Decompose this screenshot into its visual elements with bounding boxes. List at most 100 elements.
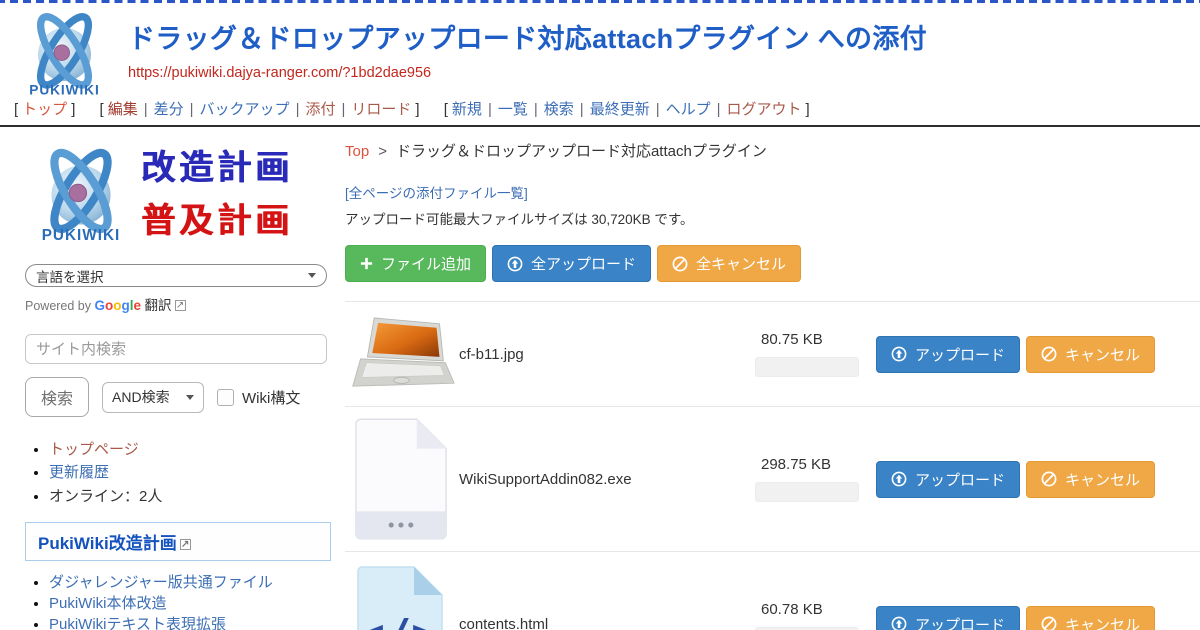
page-title: ドラッグ＆ドロップアップロード対応attachプラグイン への添付 (128, 17, 1200, 56)
language-select[interactable]: 言語を選択 (25, 264, 327, 287)
breadcrumb: Top>ドラッグ＆ドロップアップロード対応attachプラグイン (345, 140, 1200, 161)
upload-progress-bar (755, 357, 859, 377)
list-item: PukiWiki本体改造 (49, 594, 335, 613)
list-item: 更新履歴 (49, 462, 335, 483)
sidebar-link-core-mod[interactable]: PukiWiki本体改造 (49, 595, 167, 612)
bracket: ] (806, 101, 810, 118)
list-item: トップページ (49, 439, 335, 460)
plus-icon (360, 257, 373, 270)
cancel-label: キャンセル (1065, 614, 1140, 630)
pukiwiki-atom-logo[interactable]: PUKIWIKI (12, 7, 117, 107)
nav-link-backup[interactable]: バックアップ (200, 101, 290, 118)
nav-separator: | (190, 101, 194, 118)
upload-button[interactable]: アップロード (876, 461, 1020, 498)
sidebar-section-pukiwiki-kaizou[interactable]: PukiWiki改造計画↗ (25, 522, 331, 561)
list-item: ダジャレンジャー版共通ファイル (49, 573, 335, 592)
nav-group-page-actions: [編集|差分|バックアップ|添付|リロード] (96, 101, 424, 118)
wiki-syntax-checkbox[interactable] (217, 389, 234, 406)
breadcrumb-home-link[interactable]: Top (345, 143, 369, 160)
cancel-label: キャンセル (1065, 469, 1140, 490)
file-size: 60.78 KB (755, 601, 863, 618)
cancel-all-button[interactable]: 全キャンセル (657, 245, 801, 282)
page-header: PUKIWIKI ドラッグ＆ドロップアップロード対応attachプラグイン への… (0, 3, 1200, 95)
logo-brand-text: PUKIWIKI (29, 83, 99, 98)
top-navigation: [トップ] [編集|差分|バックアップ|添付|リロード] [新規|一覧|検索|最… (0, 95, 1200, 127)
upload-file-list: cf-b11.jpg 80.75 KB アップロード キャンセル (345, 301, 1200, 630)
add-files-button[interactable]: ファイル追加 (345, 245, 486, 282)
nav-link-new[interactable]: 新規 (452, 101, 482, 118)
max-upload-size-note: アップロード可能最大ファイルサイズは 30,720KB です。 (345, 208, 1200, 228)
nav-separator: | (488, 101, 492, 118)
nav-separator: | (341, 101, 345, 118)
file-name: cf-b11.jpg (457, 346, 755, 363)
cancel-button[interactable]: キャンセル (1026, 336, 1155, 373)
sidebar-link-toppage[interactable]: トップページ (49, 441, 139, 458)
cancel-circle-icon (1041, 346, 1057, 362)
upload-label: アップロード (915, 344, 1005, 365)
sidebar-link-common-files[interactable]: ダジャレンジャー版共通ファイル (49, 574, 273, 591)
file-thumbnail: </> (345, 564, 457, 630)
sidebar-site-logo[interactable]: PUKIWIKI 改造計画 普及計画 (25, 141, 335, 249)
upload-circle-icon (891, 346, 907, 362)
search-button[interactable]: 検索 (25, 377, 89, 417)
bracket: [ (444, 101, 448, 118)
nav-separator: | (296, 101, 300, 118)
atom-icon: PUKIWIKI (25, 141, 137, 249)
cancel-label: キャンセル (1065, 344, 1140, 365)
nav-link-help[interactable]: ヘルプ (666, 101, 711, 118)
nav-separator: | (144, 101, 148, 118)
site-search-input[interactable] (25, 334, 327, 364)
nav-link-logout[interactable]: ログアウト (727, 101, 802, 118)
upload-all-label: 全アップロード (531, 253, 636, 274)
sidebar-link-text-ext[interactable]: PukiWikiテキスト表現拡張 (49, 616, 226, 630)
cancel-button[interactable]: キャンセル (1026, 606, 1155, 630)
cancel-circle-icon (672, 256, 688, 272)
table-row: cf-b11.jpg 80.75 KB アップロード キャンセル (345, 301, 1200, 406)
file-thumbnail (345, 415, 457, 543)
main-content: Top>ドラッグ＆ドロップアップロード対応attachプラグイン [全ページの添… (335, 127, 1200, 630)
cancel-button[interactable]: キャンセル (1026, 461, 1155, 498)
translate-link[interactable]: 翻訳 (145, 298, 172, 313)
file-thumbnail (345, 315, 457, 393)
external-link-icon: ↗ (175, 300, 186, 311)
logo-slogan-line1: 改造計画 (141, 142, 293, 195)
add-files-label: ファイル追加 (381, 253, 471, 274)
search-mode-select[interactable]: AND検索 (102, 382, 204, 413)
table-row: </> contents.html 60.78 KB アップロード キャンセル (345, 551, 1200, 630)
sidebar: PUKIWIKI 改造計画 普及計画 言語を選択 Powered by Goog… (0, 127, 335, 630)
sidebar-link-history[interactable]: 更新履歴 (49, 464, 109, 481)
logo-brand-text: PUKIWIKI (42, 227, 121, 244)
laptop-photo-thumbnail (345, 315, 457, 393)
upload-label: アップロード (915, 614, 1005, 630)
nav-link-list[interactable]: 一覧 (498, 101, 528, 118)
cancel-circle-icon (1041, 471, 1057, 487)
nav-link-diff[interactable]: 差分 (154, 101, 184, 118)
page-url[interactable]: https://pukiwiki.dajya-ranger.com/?1bd2d… (128, 65, 1200, 81)
language-select-value: 言語を選択 (36, 266, 104, 286)
sidebar-links-top: トップページ 更新履歴 オンライン：2人 (25, 439, 335, 507)
file-size: 298.75 KB (755, 456, 863, 473)
chevron-down-icon (186, 395, 194, 400)
search-mode-value: AND検索 (112, 387, 170, 407)
upload-button[interactable]: アップロード (876, 606, 1020, 630)
nav-link-attach[interactable]: 添付 (305, 101, 335, 118)
nav-group-site-actions: [新規|一覧|検索|最終更新|ヘルプ|ログアウト] (440, 101, 814, 118)
file-name: contents.html (457, 616, 755, 630)
section-box-label: PukiWiki改造計画 (38, 534, 177, 553)
html-file-icon: </> (354, 564, 449, 630)
file-name: WikiSupportAddin082.exe (457, 471, 755, 488)
nav-separator: | (534, 101, 538, 118)
upload-circle-icon (507, 256, 523, 272)
all-pages-attach-list-link[interactable]: [全ページの添付ファイル一覧] (345, 182, 528, 202)
breadcrumb-current: ドラッグ＆ドロップアップロード対応attachプラグイン (396, 143, 767, 160)
generic-file-icon (352, 415, 450, 543)
upload-button[interactable]: アップロード (876, 336, 1020, 373)
upload-all-button[interactable]: 全アップロード (492, 245, 651, 282)
nav-link-reload[interactable]: リロード (351, 101, 411, 118)
list-item: PukiWikiテキスト表現拡張 (49, 615, 335, 630)
nav-link-recent[interactable]: 最終更新 (590, 101, 650, 118)
upload-toolbar: ファイル追加 全アップロード 全キャンセル (345, 245, 1200, 282)
nav-link-search[interactable]: 検索 (544, 101, 574, 118)
svg-text:</>: </> (358, 610, 437, 630)
online-count: オンライン：2人 (49, 488, 162, 505)
